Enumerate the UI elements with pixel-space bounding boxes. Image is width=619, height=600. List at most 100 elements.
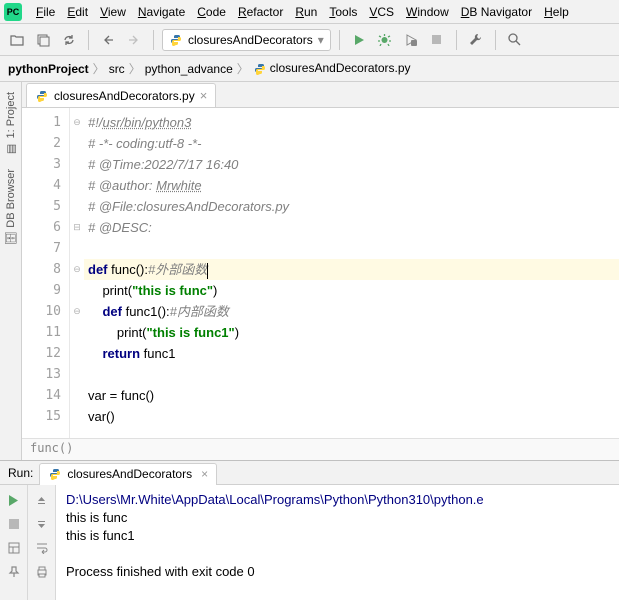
code-line[interactable]: print("this is func")	[84, 280, 619, 301]
editor-tab[interactable]: closuresAndDecorators.py ×	[26, 83, 216, 107]
open-file-icon[interactable]	[6, 29, 28, 51]
sync-icon[interactable]	[58, 29, 80, 51]
search-icon[interactable]	[504, 29, 526, 51]
project-tool-tab[interactable]: ▤1: Project	[3, 86, 19, 161]
save-all-icon[interactable]	[32, 29, 54, 51]
breadcrumb-item[interactable]: src	[109, 62, 125, 76]
fold-marker[interactable]: ⊟	[70, 217, 84, 238]
line-number[interactable]: 5	[22, 196, 69, 217]
output-line: D:\Users\Mr.White\AppData\Local\Programs…	[66, 491, 609, 509]
fold-marker[interactable]: ⊖	[70, 112, 84, 133]
fold-marker[interactable]	[70, 280, 84, 301]
soft-wrap-icon[interactable]	[31, 537, 53, 559]
code-line[interactable]: # @File:closuresAndDecorators.py	[84, 196, 619, 217]
code-line[interactable]: # -*- coding:utf-8 -*-	[84, 133, 619, 154]
fold-marker[interactable]	[70, 364, 84, 385]
fold-marker[interactable]	[70, 238, 84, 259]
left-tool-rail: ▤1: Project 🗄DB Browser	[0, 82, 22, 460]
code-line[interactable]: return func1	[84, 343, 619, 364]
rerun-icon[interactable]	[3, 489, 25, 511]
close-run-tab-icon[interactable]: ×	[201, 467, 208, 481]
fold-marker[interactable]	[70, 196, 84, 217]
fold-gutter: ⊖ ⊟ ⊖ ⊖	[70, 108, 84, 438]
fold-marker[interactable]	[70, 133, 84, 154]
menu-db-navigator[interactable]: DB Navigator	[455, 5, 538, 19]
back-icon[interactable]	[97, 29, 119, 51]
fold-marker[interactable]: ⊖	[70, 259, 84, 280]
menu-view[interactable]: View	[94, 5, 132, 19]
debug-icon[interactable]	[374, 29, 396, 51]
line-number[interactable]: 13	[22, 364, 69, 385]
code-line[interactable]: # @DESC:	[84, 217, 619, 238]
run-coverage-icon[interactable]	[400, 29, 422, 51]
fold-marker[interactable]	[70, 322, 84, 343]
run-tab-title: closuresAndDecorators	[67, 467, 192, 481]
layout-icon[interactable]	[3, 537, 25, 559]
line-number[interactable]: 6	[22, 217, 69, 238]
code-line[interactable]: # @author: Mrwhite	[84, 175, 619, 196]
code-content[interactable]: #!/usr/bin/python3# -*- coding:utf-8 -*-…	[84, 108, 619, 438]
code-line[interactable]: def func1():#内部函数	[84, 301, 619, 322]
line-number[interactable]: 7	[22, 238, 69, 259]
menu-edit[interactable]: Edit	[61, 5, 94, 19]
line-number[interactable]: 15	[22, 406, 69, 427]
forward-icon[interactable]	[123, 29, 145, 51]
run-tab[interactable]: closuresAndDecorators ×	[39, 463, 217, 485]
close-tab-icon[interactable]: ×	[200, 88, 208, 103]
fold-marker[interactable]	[70, 175, 84, 196]
line-number[interactable]: 1	[22, 112, 69, 133]
fold-marker[interactable]	[70, 154, 84, 175]
breadcrumb-item[interactable]: closuresAndDecorators.py	[253, 61, 411, 76]
code-editor[interactable]: 123456789101112131415 ⊖⊟⊖⊖ #!/usr/bin/py…	[22, 108, 619, 438]
menu-run[interactable]: Run	[289, 5, 323, 19]
line-number[interactable]: 4	[22, 175, 69, 196]
line-number[interactable]: 8	[22, 259, 69, 280]
menu-navigate[interactable]: Navigate	[132, 5, 191, 19]
menu-help[interactable]: Help	[538, 5, 575, 19]
line-number[interactable]: 9	[22, 280, 69, 301]
breadcrumb-item[interactable]: python_advance	[145, 62, 233, 76]
wrench-icon[interactable]	[465, 29, 487, 51]
code-line[interactable]: print("this is func1")	[84, 322, 619, 343]
code-line[interactable]: # @Time:2022/7/17 16:40	[84, 154, 619, 175]
scroll-up-icon[interactable]	[31, 489, 53, 511]
structure-crumb[interactable]: func()	[22, 438, 619, 460]
print-icon[interactable]	[31, 561, 53, 583]
menu-vcs[interactable]: VCS	[363, 5, 400, 19]
tab-title: closuresAndDecorators.py	[54, 89, 195, 103]
code-line[interactable]: var = func()	[84, 385, 619, 406]
fold-marker[interactable]: ⊖	[70, 301, 84, 322]
menu-window[interactable]: Window	[400, 5, 455, 19]
line-number[interactable]: 3	[22, 154, 69, 175]
fold-marker[interactable]	[70, 406, 84, 427]
scroll-down-icon[interactable]	[31, 513, 53, 535]
line-number[interactable]: 2	[22, 133, 69, 154]
menu-code[interactable]: Code	[191, 5, 232, 19]
run-output[interactable]: D:\Users\Mr.White\AppData\Local\Programs…	[56, 485, 619, 600]
line-number[interactable]: 10	[22, 301, 69, 322]
run-config-selector[interactable]: closuresAndDecorators ▾	[162, 29, 331, 51]
fold-marker[interactable]	[70, 343, 84, 364]
stop-icon[interactable]	[426, 29, 448, 51]
code-line[interactable]: #!/usr/bin/python3	[84, 112, 619, 133]
fold-marker[interactable]	[70, 385, 84, 406]
menu-refactor[interactable]: Refactor	[232, 5, 289, 19]
breadcrumb-sep: 〉	[129, 60, 141, 77]
code-line[interactable]	[84, 238, 619, 259]
python-icon	[48, 467, 62, 481]
menu-file[interactable]: File	[30, 5, 61, 19]
line-number[interactable]: 14	[22, 385, 69, 406]
run-icon[interactable]	[348, 29, 370, 51]
db-browser-tool-tab[interactable]: 🗄DB Browser	[2, 163, 20, 251]
code-line[interactable]: var()	[84, 406, 619, 427]
stop-icon[interactable]	[3, 513, 25, 535]
run-toolbar	[0, 485, 56, 600]
pin-icon[interactable]	[3, 561, 25, 583]
breadcrumb-item[interactable]: pythonProject	[8, 62, 89, 76]
code-line[interactable]: def func():#外部函数	[84, 259, 619, 280]
menu-tools[interactable]: Tools	[323, 5, 363, 19]
output-line: this is func1	[66, 527, 609, 545]
line-number[interactable]: 12	[22, 343, 69, 364]
line-number[interactable]: 11	[22, 322, 69, 343]
code-line[interactable]	[84, 364, 619, 385]
